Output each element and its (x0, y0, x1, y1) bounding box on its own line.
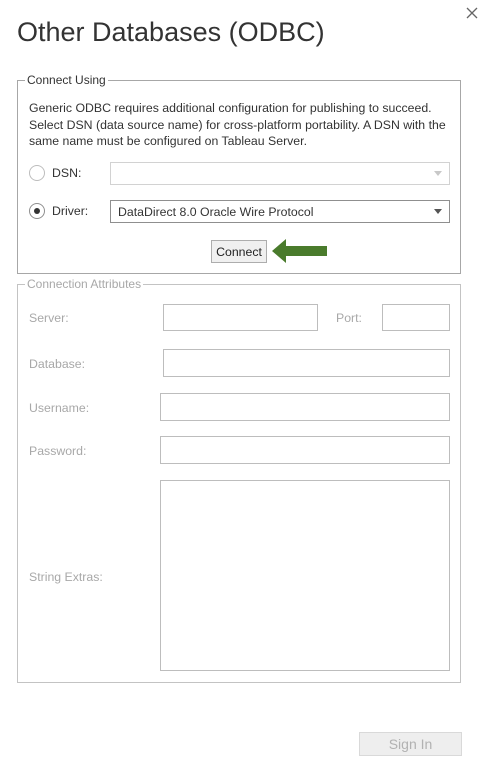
database-input[interactable] (163, 349, 450, 377)
username-label: Username: (29, 401, 90, 415)
port-label: Port: (336, 311, 362, 325)
password-label: Password: (29, 444, 87, 458)
connect-using-legend: Connect Using (27, 73, 106, 87)
server-label: Server: (29, 311, 69, 325)
string-extras-textarea[interactable] (160, 480, 450, 671)
driver-dropdown[interactable]: DataDirect 8.0 Oracle Wire Protocol (110, 200, 450, 223)
dsn-radio[interactable] (29, 165, 45, 181)
driver-value: DataDirect 8.0 Oracle Wire Protocol (118, 204, 314, 219)
driver-radio[interactable] (29, 203, 45, 219)
close-button[interactable] (462, 3, 482, 23)
dsn-label: DSN: (52, 166, 82, 180)
close-icon (466, 7, 478, 19)
radio-selected-dot (34, 208, 40, 214)
driver-label: Driver: (52, 204, 89, 218)
chevron-down-icon (427, 163, 449, 184)
odbc-description: Generic ODBC requires additional configu… (29, 101, 446, 148)
string-extras-label: String Extras: (29, 570, 103, 584)
port-input[interactable] (382, 304, 450, 331)
chevron-down-icon (427, 201, 449, 222)
sign-in-button[interactable]: Sign In (359, 732, 462, 756)
server-input[interactable] (163, 304, 318, 331)
dsn-dropdown[interactable] (110, 162, 450, 185)
username-input[interactable] (160, 393, 450, 421)
connect-button[interactable]: Connect (211, 240, 267, 263)
odbc-dialog: Other Databases (ODBC) Connect Using Gen… (0, 0, 483, 766)
database-label: Database: (29, 357, 86, 371)
dialog-title: Other Databases (ODBC) (17, 17, 325, 47)
password-input[interactable] (160, 436, 450, 464)
connection-attributes-legend: Connection Attributes (27, 277, 142, 291)
arrow-left-icon (272, 239, 327, 263)
